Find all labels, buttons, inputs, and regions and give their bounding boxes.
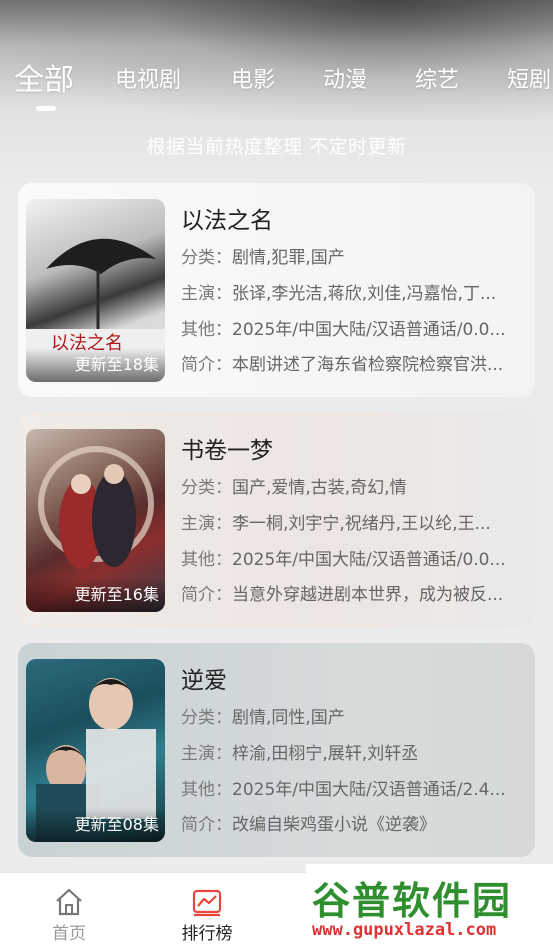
active-tab-indicator [36,106,56,111]
nav-home[interactable]: 首页 [24,887,114,944]
intro-label: 简介： [181,355,232,375]
intro-value: 当意外穿越进剧本世界，成为被反... [232,585,504,605]
cast-label: 主演： [181,284,232,304]
home-icon [56,888,82,916]
category-tabs: 全部 电视剧 电影 动漫 综艺 短剧 [0,58,553,108]
category-row: 分类：剧情,同性,国产 [181,703,521,728]
trend-chart-icon [192,889,222,917]
other-value: 2025年/中国大陆/汉语普通话/0.0... [232,320,506,340]
category-value: 剧情,犯罪,国产 [232,248,345,268]
nav-ranking-label: 排行榜 [181,924,233,944]
poster-image: 更新至16集 [26,429,165,612]
category-label: 分类： [181,248,232,268]
other-row: 其他：2025年/中国大陆/汉语普通话/0.0... [181,545,521,570]
intro-row: 简介：本剧讲述了海东省检察院检察官洪... [181,350,521,375]
cast-label: 主演： [181,744,232,764]
show-title: 以法之名 [181,208,273,234]
nav-home-label: 首页 [52,924,86,944]
poster-image: 更新至08集 [26,659,165,842]
watermark-url: www.gupuxlazal.com [312,920,497,940]
other-row: 其他：2025年/中国大陆/汉语普通话/2.4... [181,775,521,800]
update-badge: 更新至18集 [26,348,165,382]
cast-value: 张译,李光洁,蒋欣,刘佳,冯嘉怡,丁... [232,284,497,304]
other-label: 其他： [181,780,232,800]
nav-ranking[interactable]: 排行榜 [162,887,252,944]
intro-value: 改编自柴鸡蛋小说《逆袭》 [232,815,436,835]
tab-variety[interactable]: 综艺 [415,58,459,104]
ranking-card[interactable]: 更新至08集 逆爱 分类：剧情,同性,国产 主演：梓渝,田栩宁,展轩,刘轩丞 其… [18,643,535,857]
category-row: 分类：剧情,犯罪,国产 [181,243,521,268]
cast-label: 主演： [181,514,232,534]
intro-row: 简介：当意外穿越进剧本世界，成为被反... [181,580,521,605]
cast-value: 李一桐,刘宇宁,祝绪丹,王以纶,王... [232,514,491,534]
other-row: 其他：2025年/中国大陆/汉语普通话/0.0... [181,315,521,340]
other-label: 其他： [181,320,232,340]
tab-short-drama[interactable]: 短剧 [507,58,551,104]
update-badge: 更新至08集 [26,808,165,842]
other-label: 其他： [181,550,232,570]
watermark: 谷普软件园 www.gupuxlazal.com [306,864,553,951]
category-row: 分类：国产,爱情,古装,奇幻,情 [181,473,521,498]
intro-label: 简介： [181,585,232,605]
ranking-card[interactable]: 更新至16集 书卷一梦 分类：国产,爱情,古装,奇幻,情 主演：李一桐,刘宇宁,… [18,413,535,627]
intro-label: 简介： [181,815,232,835]
intro-row: 简介：改编自柴鸡蛋小说《逆袭》 [181,810,521,835]
tab-movies[interactable]: 电影 [231,58,275,104]
tab-anime[interactable]: 动漫 [323,58,367,104]
tab-tv-series[interactable]: 电视剧 [115,58,181,104]
other-value: 2025年/中国大陆/汉语普通话/2.4... [232,780,506,800]
ranking-card[interactable]: 以法之名 更新至18集 以法之名 分类：剧情,犯罪,国产 主演：张译,李光洁,蒋… [18,183,535,397]
category-value: 国产,爱情,古装,奇幻,情 [232,478,407,498]
category-label: 分类： [181,708,232,728]
watermark-logo: 谷普软件园 [312,879,513,923]
tab-all[interactable]: 全部 [14,58,74,104]
poster-image: 以法之名 更新至18集 [26,199,165,382]
category-label: 分类： [181,478,232,498]
cast-row: 主演：张译,李光洁,蒋欣,刘佳,冯嘉怡,丁... [181,279,521,304]
ranking-subtitle: 根据当前热度整理 不定时更新 [146,136,407,158]
cast-row: 主演：梓渝,田栩宁,展轩,刘轩丞 [181,739,521,764]
update-badge: 更新至16集 [26,578,165,612]
intro-value: 本剧讲述了海东省检察院检察官洪... [232,355,504,375]
show-title: 逆爱 [181,668,227,694]
show-title: 书卷一梦 [181,438,273,464]
other-value: 2025年/中国大陆/汉语普通话/0.0... [232,550,506,570]
cast-row: 主演：李一桐,刘宇宁,祝绪丹,王以纶,王... [181,509,521,534]
category-value: 剧情,同性,国产 [232,708,345,728]
cast-value: 梓渝,田栩宁,展轩,刘轩丞 [232,744,419,764]
